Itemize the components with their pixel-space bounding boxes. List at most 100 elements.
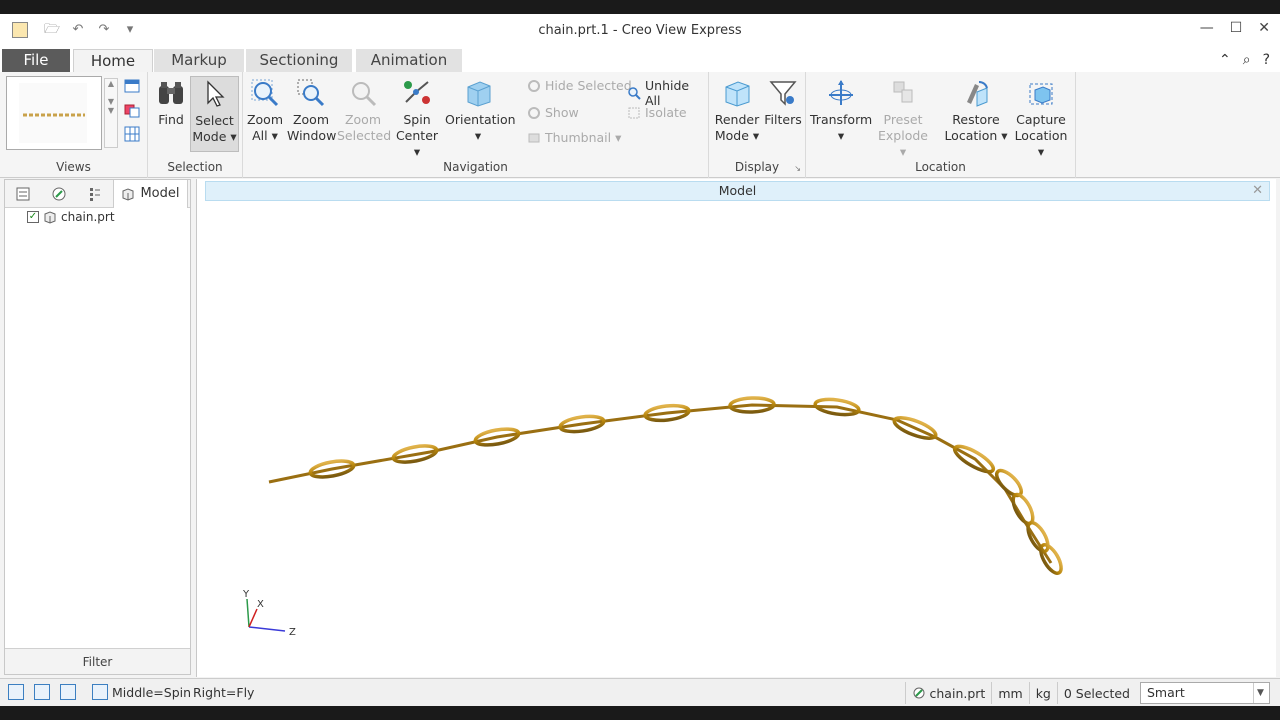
- isolate-icon: [627, 106, 641, 120]
- saved-view-icon[interactable]: [124, 78, 140, 94]
- views-scroll[interactable]: ▲ ▼ ▼: [104, 78, 118, 148]
- tab-sectioning[interactable]: Sectioning: [246, 49, 352, 72]
- preset-explode-button[interactable]: Preset Explode ▾: [874, 76, 932, 160]
- status-unit-length[interactable]: mm: [991, 682, 1028, 704]
- spin-center-label-1: Spin: [403, 112, 431, 127]
- maximize-button[interactable]: ☐: [1230, 20, 1243, 36]
- orientation-button[interactable]: Orientation ▾: [445, 76, 516, 144]
- spin-center-icon: [400, 76, 434, 110]
- filter-bar[interactable]: Filter: [5, 648, 190, 674]
- transform-button[interactable]: Transform ▾: [810, 76, 872, 144]
- zoom-window-icon: [294, 76, 328, 110]
- zoom-window-button[interactable]: Zoom Window: [287, 76, 337, 144]
- restore-location-button[interactable]: Restore Location ▾: [944, 76, 1008, 144]
- zoom-all-button[interactable]: Zoom All ▾: [245, 76, 285, 144]
- tab-model[interactable]: Model: [113, 179, 188, 208]
- grid-view-icon[interactable]: [124, 126, 140, 142]
- ribbon-tabs: File Home Markup Sectioning Animation ⌃ …: [0, 48, 1280, 72]
- tab-animation[interactable]: Animation: [356, 49, 462, 72]
- close-viewport-icon[interactable]: ✕: [1252, 182, 1263, 200]
- group-label-display: Display: [734, 160, 780, 174]
- thumbnail-icon: [527, 131, 541, 145]
- orientation-label-1: Orientation: [445, 112, 516, 127]
- filters-button[interactable]: Filters: [763, 76, 803, 128]
- unhide-all-button[interactable]: Unhide All: [627, 78, 708, 108]
- select-mode-button[interactable]: Select Mode ▾: [190, 76, 239, 152]
- axis-x-label: X: [257, 599, 264, 610]
- orientation-label-2: ▾: [474, 128, 482, 143]
- chain-link: [1026, 520, 1050, 554]
- restore-location-icon: [959, 76, 993, 110]
- status-right: chain.prt mm kg 0 Selected Smart ▼: [904, 682, 1270, 704]
- group-location: Transform ▾ Preset Explode ▾ Restore Loc…: [806, 72, 1076, 178]
- show-button[interactable]: Show: [527, 105, 579, 120]
- layout-split-horizontal-icon[interactable]: [60, 684, 76, 700]
- status-unit-mass[interactable]: kg: [1028, 682, 1057, 704]
- status-model[interactable]: chain.prt: [904, 682, 992, 704]
- select-mode-label-1: Select: [195, 113, 234, 128]
- restore-location-label-1: Restore: [952, 112, 1000, 127]
- tab-structure[interactable]: [5, 181, 41, 207]
- ribbon-tab-icons: ⌃ ⌕ ?: [1219, 52, 1270, 68]
- capture-location-icon: [1024, 76, 1058, 110]
- window-title: chain.prt.1 - Creo View Express: [538, 23, 742, 38]
- model-viewport[interactable]: Y X Z Model ✕: [196, 179, 1276, 677]
- layout-fullscreen-icon[interactable]: [92, 684, 108, 700]
- render-mode-button[interactable]: Render Mode ▾: [713, 76, 761, 144]
- chain-links: [268, 396, 1063, 575]
- zoom-selected-label-2: Selected: [337, 128, 392, 143]
- chain-link: [1039, 543, 1063, 575]
- view-manager-icon[interactable]: [124, 102, 140, 118]
- collapse-ribbon-icon[interactable]: ⌃: [1219, 52, 1231, 68]
- tab-file[interactable]: File: [2, 49, 70, 72]
- spin-center-button[interactable]: Spin Center ▾: [393, 76, 441, 160]
- find-button[interactable]: Find: [152, 76, 190, 128]
- layout-icons: [8, 684, 108, 700]
- zoom-window-label-1: Zoom: [292, 112, 330, 127]
- tab-properties[interactable]: [77, 181, 113, 207]
- unhide-all-icon: [627, 86, 641, 100]
- isolate-button[interactable]: Isolate: [627, 105, 687, 120]
- close-button[interactable]: ✕: [1258, 20, 1270, 36]
- selection-filter-dropdown[interactable]: Smart ▼: [1140, 682, 1270, 704]
- axis-y-label: Y: [242, 589, 250, 600]
- status-model-label: chain.prt: [929, 685, 986, 701]
- selection-filter-value: Smart: [1147, 685, 1185, 700]
- find-label: Find: [158, 112, 184, 127]
- tree-item-chain[interactable]: ✓ chain.prt: [27, 210, 115, 224]
- capture-location-button[interactable]: Capture Location ▾: [1010, 76, 1072, 160]
- unhide-all-label: Unhide All: [645, 78, 690, 108]
- transform-axes-icon: [824, 76, 858, 110]
- spin-center-label-2: Center ▾: [395, 128, 439, 159]
- tab-markup[interactable]: Markup: [154, 49, 244, 72]
- views-side-icons: [124, 78, 140, 142]
- window-controls: — ☐ ✕: [1200, 20, 1270, 36]
- thumbnail-button[interactable]: Thumbnail ▾: [527, 130, 621, 145]
- layout-split-vertical-icon[interactable]: [34, 684, 50, 700]
- tab-home[interactable]: Home: [73, 49, 153, 72]
- zoom-window-label-2: Window: [287, 128, 337, 143]
- help-icon[interactable]: ?: [1263, 52, 1270, 68]
- visibility-checkbox[interactable]: ✓: [27, 211, 39, 223]
- tab-markups[interactable]: [41, 181, 77, 207]
- search-icon[interactable]: ⌕: [1243, 52, 1251, 68]
- view-thumbnail[interactable]: [6, 76, 102, 150]
- chain-model[interactable]: Y X Z: [197, 179, 1277, 677]
- hide-selected-button[interactable]: Hide Selected: [527, 78, 632, 93]
- restore-location-label-2: Location ▾: [944, 128, 1008, 143]
- preset-explode-icon: [886, 76, 920, 110]
- render-mode-label-2: Mode ▾: [714, 128, 760, 143]
- minimize-button[interactable]: —: [1200, 20, 1214, 36]
- chevron-down-icon[interactable]: ▼: [1253, 683, 1267, 703]
- ribbon: ▲ ▼ ▼ Views Find Select Mode ▾ Selection…: [0, 72, 1280, 178]
- render-mode-cube-icon: [720, 76, 754, 110]
- transform-label-1: Transform: [810, 112, 873, 127]
- render-mode-label-1: Render: [714, 112, 760, 127]
- filter-funnel-icon: [766, 76, 800, 110]
- layout-single-icon[interactable]: [8, 684, 24, 700]
- tab-model-label: Model: [140, 186, 180, 201]
- filters-label: Filters: [764, 112, 802, 127]
- zoom-selected-button[interactable]: Zoom Selected: [337, 76, 392, 144]
- hide-selected-icon: [527, 79, 541, 93]
- capture-location-label-1: Capture: [1016, 112, 1066, 127]
